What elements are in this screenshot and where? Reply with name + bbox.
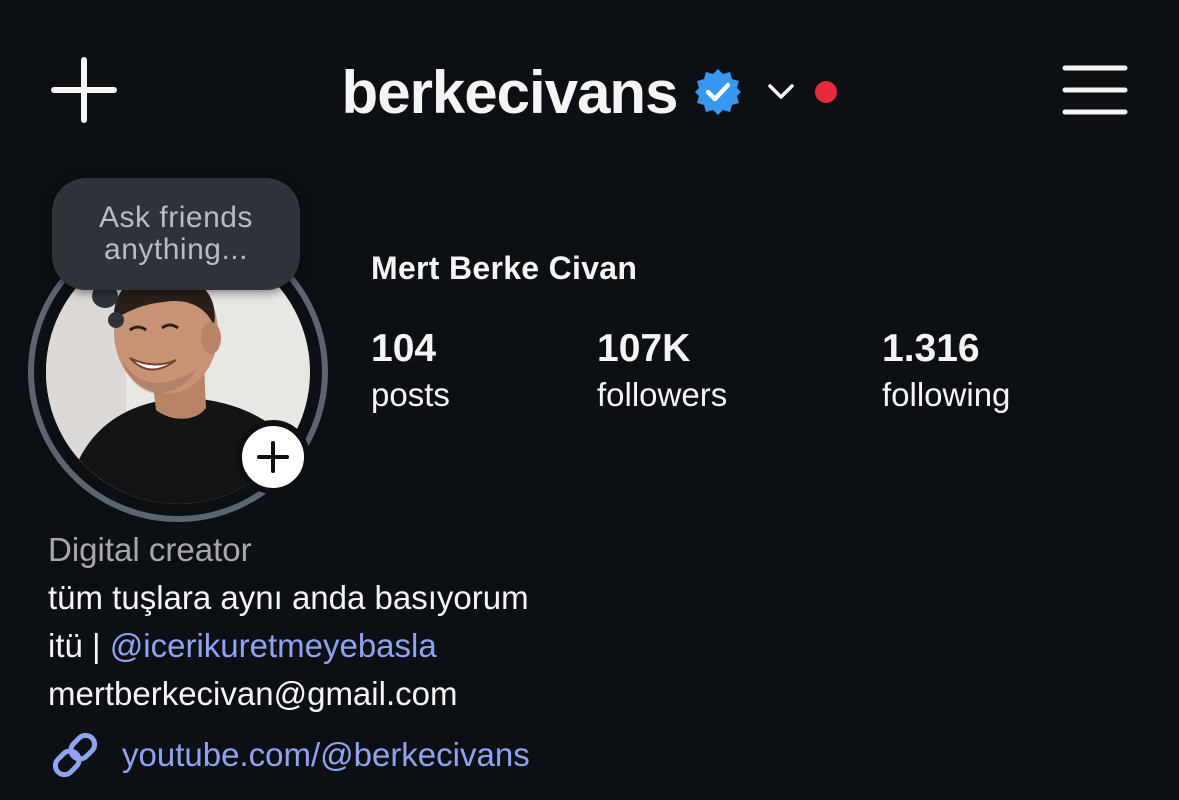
stat-following-value: 1.316 bbox=[882, 327, 980, 370]
add-story-button[interactable] bbox=[236, 420, 310, 494]
bio-line-1: tüm tuşlara aynı anda basıyorum bbox=[48, 579, 529, 616]
stat-posts-label: posts bbox=[371, 376, 450, 413]
note-tail-small bbox=[108, 312, 124, 328]
stat-posts[interactable]: 104 posts bbox=[371, 326, 450, 418]
stat-followers-label: followers bbox=[597, 376, 728, 413]
link-icon bbox=[52, 732, 98, 778]
bio-link-text[interactable]: youtube.com/@berkecivans bbox=[122, 736, 530, 774]
notification-dot bbox=[815, 81, 838, 103]
bio-line-2: itü | @icerikuretmeyebasla bbox=[48, 622, 529, 670]
bio-external-link[interactable]: youtube.com/@berkecivans bbox=[48, 728, 530, 782]
stat-followers[interactable]: 107K followers bbox=[597, 326, 727, 418]
note-text-line1: Ask friends bbox=[99, 201, 253, 234]
bio-line-2-prefix: itü | bbox=[48, 627, 110, 664]
bio-email[interactable]: mertberkecivan@gmail.com bbox=[48, 670, 529, 718]
stat-posts-value: 104 bbox=[371, 327, 437, 370]
full-name: Mert Berke Civan bbox=[371, 250, 638, 286]
note-text-line2: anything... bbox=[104, 233, 248, 266]
bio: Digital creator tüm tuşlara aynı anda ba… bbox=[48, 526, 529, 718]
bio-mention-link[interactable]: @icerikuretmeyebasla bbox=[110, 627, 437, 664]
account-switcher[interactable]: berkecivans bbox=[0, 56, 1179, 128]
note-bubble[interactable]: Ask friends anything... bbox=[52, 178, 300, 290]
bio-category: Digital creator bbox=[48, 531, 252, 568]
profile-page: berkecivans Ask friends anything... Mert… bbox=[0, 0, 1179, 800]
stat-followers-value: 107K bbox=[597, 327, 691, 370]
chevron-down-icon[interactable] bbox=[765, 76, 797, 108]
verified-badge-icon bbox=[695, 69, 742, 115]
plus-icon bbox=[257, 441, 289, 473]
stat-following-label: following bbox=[882, 376, 1011, 413]
stat-following[interactable]: 1.316 following bbox=[882, 326, 1010, 418]
menu-hamburger-icon[interactable] bbox=[1062, 62, 1128, 118]
username[interactable]: berkecivans bbox=[342, 58, 679, 127]
